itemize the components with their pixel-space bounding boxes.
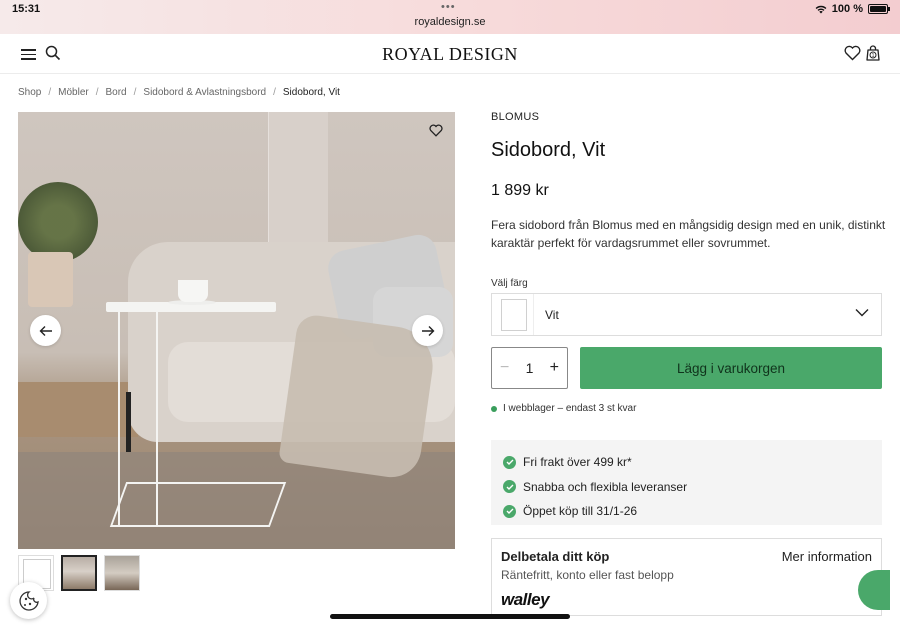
battery-percent: 100 % (831, 3, 863, 15)
stock-status: I webblager – endast 3 st kvar (491, 403, 636, 414)
check-icon (503, 504, 516, 518)
breadcrumb-separator: / (95, 87, 99, 98)
thumbnail-active[interactable] (61, 555, 97, 591)
chevron-down-icon (855, 309, 869, 317)
cookie-icon (18, 590, 39, 611)
cookie-settings-button[interactable] (10, 582, 47, 619)
usp-item: Öppet köp till 31/1-26 (503, 499, 870, 524)
breadcrumb-shop[interactable]: Shop (18, 87, 41, 98)
image-pot (28, 252, 73, 307)
breadcrumb-sidobord[interactable]: Sidobord & Avlastningsbord (143, 87, 266, 98)
breadcrumb-separator: / (273, 87, 276, 98)
usp-text: Fri frakt över 499 kr* (523, 455, 632, 470)
product-price: 1 899 kr (491, 182, 549, 199)
usp-box: Fri frakt över 499 kr* Snabba och flexib… (491, 440, 882, 525)
usp-item: Snabba och flexibla leveranser (503, 475, 870, 500)
stock-dot (491, 405, 497, 412)
svg-text:1: 1 (872, 53, 875, 59)
color-value: Vit (545, 308, 559, 322)
breadcrumb-current: Sidobord, Vit (282, 87, 340, 98)
quantity-decrease-button[interactable]: − (500, 359, 509, 377)
color-label: Välj färg (491, 278, 528, 289)
breadcrumb-bord[interactable]: Bord (106, 87, 127, 98)
product-description: Fera sidobord från Blomus med en mångsid… (491, 218, 886, 250)
financing-box: Delbetala ditt köp Mer information Ränte… (491, 538, 882, 616)
walley-logo: walley (501, 590, 550, 609)
usp-text: Öppet köp till 31/1-26 (523, 504, 638, 519)
color-swatch (492, 294, 534, 335)
check-icon (503, 455, 516, 469)
home-indicator (330, 614, 570, 619)
breadcrumb-mobler[interactable]: Möbler (58, 87, 89, 98)
chat-button[interactable] (858, 570, 890, 610)
breadcrumb-separator: / (133, 87, 137, 98)
financing-subtitle: Räntefritt, konto eller fast belopp (501, 568, 674, 582)
product-image[interactable] (18, 112, 455, 549)
bag-icon[interactable]: 1 (865, 44, 881, 62)
financing-heading: Delbetala ditt köp (501, 549, 610, 564)
battery-icon (868, 4, 890, 14)
thumbnail[interactable] (104, 555, 140, 591)
heart-icon[interactable] (844, 45, 861, 61)
quantity-increase-button[interactable]: + (550, 359, 559, 377)
product-brand[interactable]: BLOMUS (491, 111, 539, 123)
next-image-button[interactable] (412, 315, 443, 346)
quantity-stepper: − 1 + (491, 347, 568, 389)
quantity-value[interactable]: 1 (526, 360, 534, 376)
status-right: 100 % (815, 3, 890, 15)
usp-item: Fri frakt över 499 kr* (503, 450, 870, 475)
color-select[interactable]: Vit (491, 293, 882, 336)
site-header: ROYAL DESIGN 1 (0, 34, 900, 74)
previous-image-button[interactable] (30, 315, 61, 346)
breadcrumb: Shop / Möbler / Bord / Sidobord & Avlast… (18, 87, 340, 98)
status-bar: 15:31 ••• royaldesign.se 100 % (0, 0, 900, 34)
product-title: Sidobord, Vit (491, 139, 606, 161)
image-cup (178, 280, 208, 302)
stock-text: I webblager – endast 3 st kvar (503, 403, 637, 414)
heart-icon[interactable] (429, 124, 443, 137)
arrow-left-icon (39, 325, 52, 336)
more-info-link[interactable]: Mer information (782, 549, 872, 564)
add-to-cart-button[interactable]: Lägg i varukorgen (580, 347, 882, 389)
status-time: 15:31 (12, 3, 41, 15)
site-logo[interactable]: ROYAL DESIGN (0, 44, 900, 65)
usp-text: Snabba och flexibla leveranser (523, 479, 688, 494)
address-bar[interactable]: royaldesign.se (0, 16, 900, 28)
more-dots-icon[interactable]: ••• (441, 1, 456, 13)
image-plant (18, 182, 98, 262)
image-side-table-base (109, 482, 287, 527)
check-icon (503, 480, 516, 494)
breadcrumb-separator: / (48, 87, 52, 98)
arrow-right-icon (421, 325, 434, 336)
wifi-icon (815, 5, 827, 13)
